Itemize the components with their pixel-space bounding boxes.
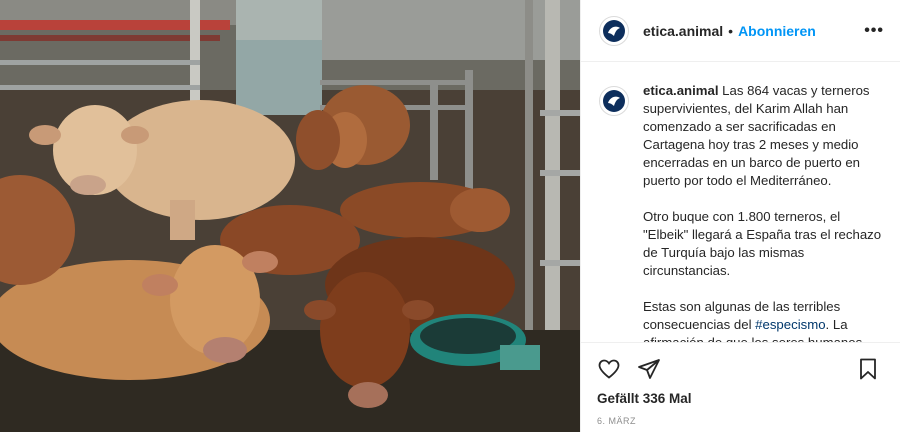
post-sidebar: etica.animal • Abonnieren ••• etica.anim…: [580, 0, 900, 432]
avatar[interactable]: [599, 15, 629, 46]
follow-button[interactable]: Abonnieren: [738, 23, 816, 39]
caption-row: etica.animal Las 864 vacas y terneros su…: [599, 82, 884, 342]
heart-icon[interactable]: [597, 357, 621, 381]
action-icons: [597, 347, 884, 391]
post-header: etica.animal • Abonnieren •••: [581, 0, 900, 62]
cattle-photo-illustration: [0, 0, 580, 432]
more-options-icon[interactable]: •••: [864, 22, 884, 40]
bookmark-icon[interactable]: [856, 357, 880, 381]
post-date[interactable]: 6. März: [597, 416, 884, 426]
caption-username[interactable]: etica.animal: [643, 83, 719, 98]
caption-area[interactable]: etica.animal Las 864 vacas y terneros su…: [581, 62, 900, 342]
likes-count[interactable]: Gefällt 336 Mal: [597, 391, 884, 406]
caption-paragraph-2: Otro buque con 1.800 terneros, el "Elbei…: [643, 209, 882, 278]
etica-animal-logo-icon: [603, 90, 625, 112]
instagram-post: etica.animal • Abonnieren ••• etica.anim…: [0, 0, 900, 432]
caption-paragraph-1-text: Las 864 vacas y terneros supervivientes,…: [643, 83, 870, 188]
caption-paragraph-3: Estas son algunas de las terribles conse…: [643, 298, 883, 342]
etica-animal-logo-icon: [603, 19, 625, 42]
post-photo[interactable]: [0, 0, 580, 432]
actions-bar: Gefällt 336 Mal 6. März: [581, 342, 900, 432]
caption-avatar[interactable]: [599, 86, 629, 116]
share-icon[interactable]: [637, 357, 661, 381]
header-username[interactable]: etica.animal: [643, 23, 723, 39]
hashtag-link[interactable]: #especismo: [755, 317, 825, 332]
caption-paragraph-1: etica.animal Las 864 vacas y terneros su…: [643, 82, 883, 190]
caption-text: etica.animal Las 864 vacas y terneros su…: [643, 82, 883, 342]
separator-dot: •: [728, 22, 734, 39]
